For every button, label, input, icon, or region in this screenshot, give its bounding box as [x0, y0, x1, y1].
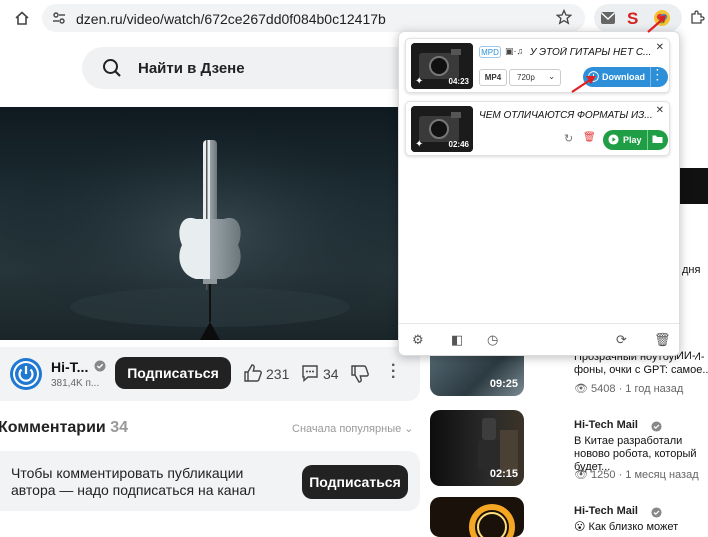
- play-button[interactable]: Play: [603, 130, 668, 150]
- recommendation-meta: 👁 5408 · 1 год назад: [574, 383, 684, 395]
- item-duration: 04:23: [448, 77, 469, 86]
- subscribe-button[interactable]: Подписаться: [115, 357, 231, 389]
- channel-name[interactable]: Hi-T...: [51, 359, 88, 375]
- channel-row: Hi-T... 381,4K п... Подписаться 231 34 ·…: [0, 347, 420, 401]
- recommendation-title-text: Как близко может: [588, 521, 679, 533]
- video-duration: 09:25: [489, 378, 518, 390]
- quality-value: 720p: [517, 73, 535, 82]
- folder-icon[interactable]: [652, 134, 663, 146]
- popup-footer: ⚙ ◧ ◷ ⟳ 🗑: [399, 323, 679, 355]
- s-extension-icon[interactable]: S: [627, 9, 638, 29]
- published-ago: 1 год назад: [625, 383, 684, 395]
- comments-heading: Комментарии 34: [0, 419, 128, 437]
- right-edge-block: [680, 168, 708, 204]
- views-icon: 👁: [574, 383, 588, 395]
- download-label: Download: [602, 72, 645, 82]
- add-icon[interactable]: ✦: [415, 76, 423, 87]
- comments-title: Комментарии: [0, 419, 106, 436]
- play-label: Play: [623, 135, 642, 145]
- comment-count: 34: [323, 366, 339, 382]
- item-duration: 02:46: [448, 140, 469, 149]
- item-title: ЧЕМ ОТЛИЧАЮТСЯ ФОРМАТЫ ИЗ...: [479, 110, 653, 121]
- power-logo-icon: [13, 361, 39, 387]
- views-count: 5408: [591, 383, 616, 395]
- mail-extension-icon[interactable]: [600, 11, 616, 30]
- quality-select[interactable]: 720p ⌄: [509, 69, 561, 86]
- play-icon: [608, 134, 619, 147]
- video-player[interactable]: [0, 107, 420, 340]
- search-placeholder: Найти в Дзене: [138, 60, 245, 77]
- url-text[interactable]: dzen.ru/video/watch/672ce267dd0f084b0c12…: [76, 11, 386, 27]
- history-clock-icon[interactable]: ◷: [487, 332, 498, 348]
- button-divider: [650, 67, 651, 87]
- video-duration: 02:15: [489, 468, 518, 480]
- annotation-arrow-extension: [647, 15, 666, 33]
- dislike-icon[interactable]: [350, 364, 370, 389]
- refresh-icon[interactable]: ⟳: [616, 332, 627, 348]
- recommendations-list: 09:25 Прозрачный ноутбук, ИИ-фоны, очки …: [430, 340, 708, 537]
- more-options-icon[interactable]: · · ·: [391, 358, 396, 386]
- video-frame-guitar: [0, 107, 420, 340]
- button-divider: [647, 130, 648, 150]
- close-icon[interactable]: ✕: [656, 42, 664, 53]
- address-bar[interactable]: dzen.ru/video/watch/672ce267dd0f084b0c12…: [42, 4, 585, 32]
- ring-thumbnail-art: [469, 504, 515, 537]
- recommendation-title[interactable]: 😮 Как близко может: [574, 521, 708, 534]
- chevron-down-icon: ⌄: [404, 423, 414, 435]
- channel-subscribers: 381,4K п...: [51, 378, 100, 389]
- recommendation-channel[interactable]: Hi-Tech Mail: [574, 419, 638, 431]
- like-icon[interactable]: [243, 363, 263, 388]
- download-item-1: ✦ 04:23 MPD ▣·♫ У ЭТОЙ ГИТАРЫ НЕТ С... ✕…: [405, 38, 670, 93]
- channel-avatar[interactable]: [10, 358, 42, 390]
- more-options-icon[interactable]: · · ·: [656, 66, 659, 86]
- close-icon[interactable]: ✕: [656, 105, 664, 116]
- recommendation-thumbnail[interactable]: 02:15: [430, 410, 524, 486]
- item-title: У ЭТОЙ ГИТАРЫ НЕТ С...: [530, 47, 652, 58]
- site-search-bar[interactable]: Найти в Дзене: [82, 47, 432, 89]
- emoji-icon: 😮: [574, 521, 589, 533]
- item-thumbnail[interactable]: ✦ 02:46: [411, 106, 473, 152]
- annotation-arrow-download: [571, 76, 596, 93]
- views-count: 1250: [591, 469, 616, 481]
- settings-icon[interactable]: ⚙: [412, 332, 424, 348]
- chevron-down-icon: ⌄: [548, 72, 555, 81]
- bookmark-star-icon[interactable]: [555, 8, 573, 30]
- add-icon[interactable]: ✦: [415, 139, 423, 150]
- trash-icon[interactable]: 🗑: [583, 132, 596, 143]
- retry-icon[interactable]: ↻: [564, 132, 573, 145]
- right-edge-text-1: дня: [682, 264, 701, 276]
- comment-icon[interactable]: [300, 363, 320, 388]
- media-type-icons: ▣·♫: [505, 46, 524, 56]
- search-icon: [102, 58, 122, 83]
- video-downloader-popup: ✦ 04:23 MPD ▣·♫ У ЭТОЙ ГИТАРЫ НЕТ С... ✕…: [398, 31, 680, 356]
- views-icon: 👁: [574, 469, 588, 481]
- home-icon[interactable]: [8, 4, 36, 32]
- puzzle-extensions-icon[interactable]: [689, 10, 705, 31]
- format-badge: MPD: [479, 46, 501, 58]
- verified-icon: [94, 359, 106, 377]
- site-info-icon[interactable]: [52, 11, 66, 30]
- sort-label: Сначала популярные: [292, 423, 402, 435]
- format-select[interactable]: MP4: [479, 69, 507, 86]
- published-ago: 1 месяц назад: [625, 469, 699, 481]
- recommendation-thumbnail[interactable]: [430, 497, 524, 537]
- sidebar-toggle-icon[interactable]: ◧: [451, 332, 463, 348]
- like-count: 231: [266, 366, 290, 382]
- comment-subscribe-button[interactable]: Подписаться: [302, 465, 408, 499]
- right-edge-snippet: дня: [682, 240, 708, 330]
- item-thumbnail[interactable]: ✦ 04:23: [411, 43, 473, 89]
- comment-subscribe-prompt: Чтобы комментировать публикации автора —…: [0, 451, 420, 511]
- comment-prompt-text: Чтобы комментировать публикации автора —…: [11, 465, 256, 498]
- comments-sort-dropdown[interactable]: Сначала популярные ⌄: [292, 422, 414, 435]
- trash-icon[interactable]: 🗑: [654, 332, 671, 348]
- download-item-2: ✦ 02:46 ЧЕМ ОТЛИЧАЮТСЯ ФОРМАТЫ ИЗ... ✕ ↻…: [405, 101, 670, 156]
- recommendation-meta: 👁 1250 · 1 месяц назад: [574, 469, 699, 481]
- recommendation-channel[interactable]: Hi-Tech Mail: [574, 505, 638, 517]
- comments-count: 34: [110, 419, 128, 436]
